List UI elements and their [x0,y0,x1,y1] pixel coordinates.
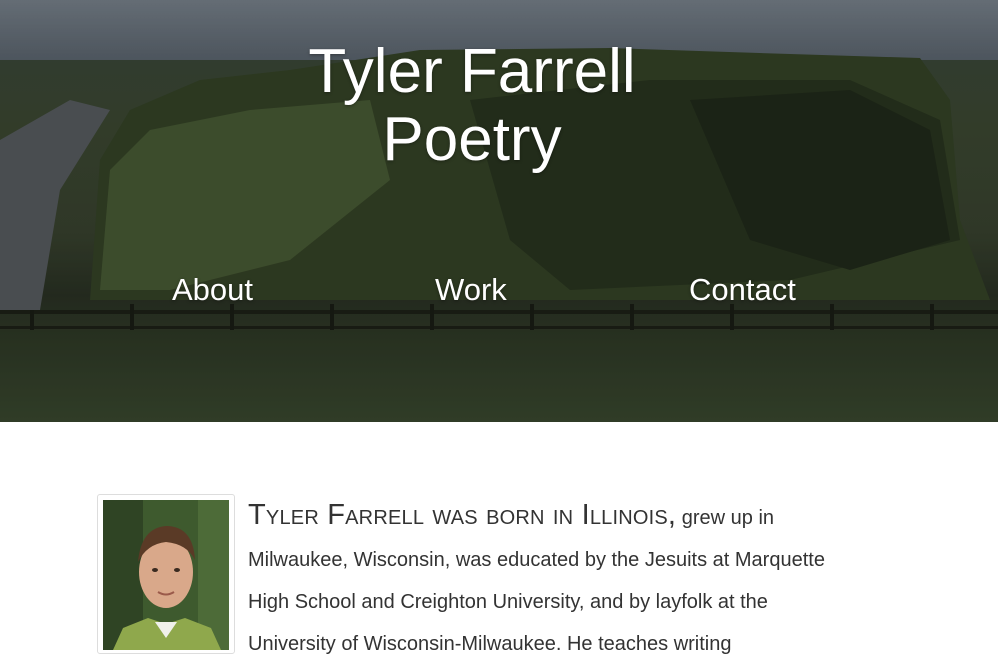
site-title[interactable]: Tyler Farrell Poetry [270,38,674,174]
author-bio: Tyler Farrell was born in Illinois, grew… [248,494,858,665]
nav-link-about[interactable]: About [172,272,253,308]
site-title-line2: Poetry [382,105,562,174]
bio-lead: Tyler Farrell was born in Illinois, [248,499,677,531]
author-portrait [103,500,229,650]
site-title-line1: Tyler Farrell [308,37,636,106]
author-photo [97,494,235,654]
hero-banner: Tyler Farrell Poetry About Work Contact [0,0,998,422]
main-content: Tyler Farrell was born in Illinois, grew… [0,422,998,655]
nav-link-work[interactable]: Work [435,272,507,308]
nav-link-contact[interactable]: Contact [689,272,796,308]
